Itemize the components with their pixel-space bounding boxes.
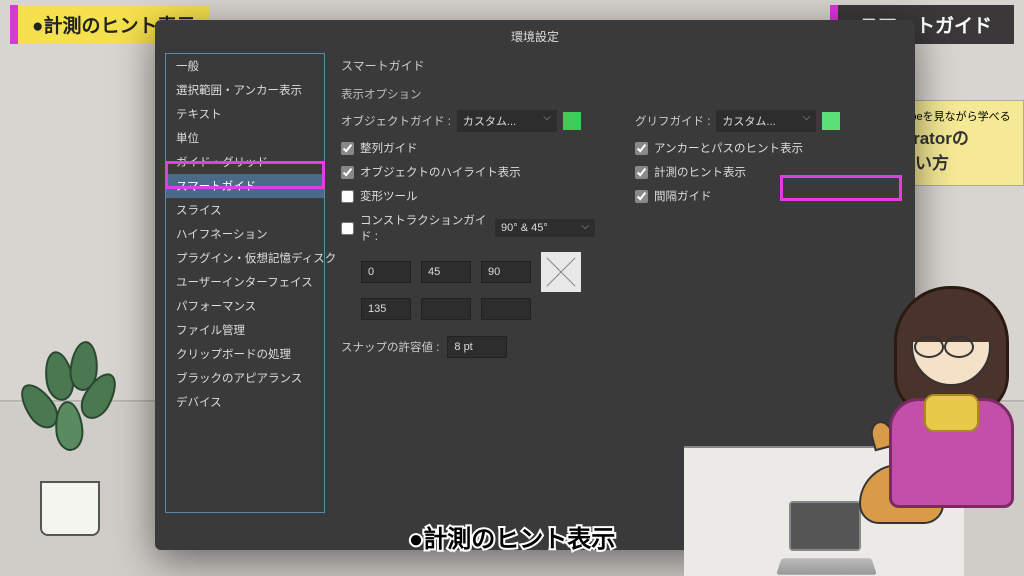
sidebar-item[interactable]: 一般: [166, 54, 324, 78]
sidebar-item[interactable]: ブラックのアピアランス: [166, 366, 324, 390]
sidebar-item[interactable]: スライス: [166, 198, 324, 222]
snap-tolerance-input[interactable]: [447, 336, 507, 358]
footer-caption: ●計測のヒント表示: [409, 519, 616, 554]
sidebar-item[interactable]: ハイフネーション: [166, 222, 324, 246]
highlight-checkbox[interactable]: オブジェクトのハイライト表示: [341, 164, 595, 180]
angle-input-3[interactable]: [361, 298, 411, 320]
sidebar-item[interactable]: クリップボードの処理: [166, 342, 324, 366]
sidebar-item[interactable]: 選択範囲・アンカー表示: [166, 78, 324, 102]
glyph-guide-swatch[interactable]: [822, 112, 840, 130]
angle-input-4[interactable]: [421, 298, 471, 320]
construction-guides-checkbox[interactable]: コンストラクションガイド : 90° & 45°: [341, 212, 595, 244]
sidebar-item[interactable]: パフォーマンス: [166, 294, 324, 318]
sidebar-item[interactable]: ユーザーインターフェイス: [166, 270, 324, 294]
angle-input-0[interactable]: [361, 261, 411, 283]
angle-wheel-icon: [541, 252, 581, 292]
subsection-display-options: 表示オプション: [341, 86, 889, 102]
object-guide-select[interactable]: カスタム...: [457, 110, 557, 132]
angle-input-2[interactable]: [481, 261, 531, 283]
apple-logo-icon: [789, 501, 861, 551]
sidebar-item-smart-guides[interactable]: スマートガイド: [166, 174, 324, 198]
anchor-path-checkbox[interactable]: アンカーとパスのヒント表示: [635, 140, 889, 156]
spacing-guide-checkbox[interactable]: 間隔ガイド: [635, 188, 889, 204]
presenter-character: [869, 286, 1024, 546]
preferences-sidebar: 一般 選択範囲・アンカー表示 テキスト 単位 ガイド・グリッド スマートガイド …: [165, 53, 325, 513]
sidebar-item[interactable]: デバイス: [166, 390, 324, 414]
dialog-title: 環境設定: [155, 20, 915, 53]
plant-decoration: [10, 336, 130, 536]
sidebar-item[interactable]: 単位: [166, 126, 324, 150]
measurement-hint-checkbox[interactable]: 計測のヒント表示: [635, 164, 889, 180]
angle-input-5[interactable]: [481, 298, 531, 320]
construction-angle-select[interactable]: 90° & 45°: [495, 219, 595, 237]
angle-input-1[interactable]: [421, 261, 471, 283]
sidebar-item[interactable]: プラグイン・仮想記憶ディスク: [166, 246, 324, 270]
object-guide-label: オブジェクトガイド :: [341, 113, 451, 129]
sidebar-item[interactable]: ガイド・グリッド: [166, 150, 324, 174]
sidebar-item[interactable]: テキスト: [166, 102, 324, 126]
object-guide-swatch[interactable]: [563, 112, 581, 130]
sidebar-item[interactable]: ファイル管理: [166, 318, 324, 342]
glyph-guide-label: グリフガイド :: [635, 113, 710, 129]
transform-tool-checkbox[interactable]: 変形ツール: [341, 188, 595, 204]
section-title: スマートガイド: [341, 57, 889, 74]
glyph-guide-select[interactable]: カスタム...: [716, 110, 816, 132]
preferences-content: スマートガイド 表示オプション オブジェクトガイド : カスタム... 整列ガイ…: [325, 53, 905, 513]
alignment-guides-checkbox[interactable]: 整列ガイド: [341, 140, 595, 156]
snap-tolerance-label: スナップの許容値 :: [341, 339, 439, 355]
